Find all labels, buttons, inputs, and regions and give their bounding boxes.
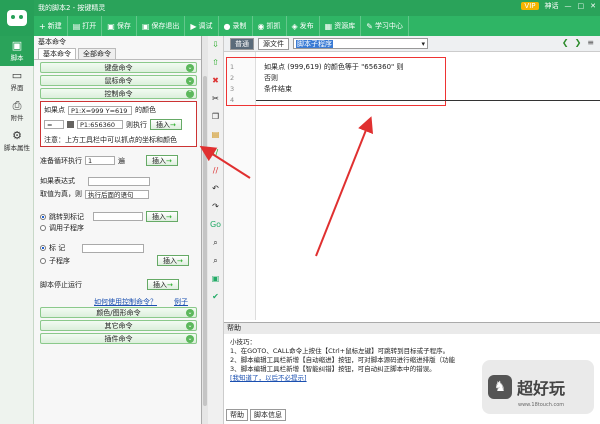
- arrow-to-code: [315, 116, 374, 257]
- tab-script-info[interactable]: 脚本信息: [250, 409, 286, 421]
- watermark-logo-icon: ♞: [488, 375, 512, 399]
- arrow-to-panel: [199, 145, 251, 179]
- watermark: ♞ 超好玩 www.18touch.com: [482, 360, 594, 414]
- tab-help[interactable]: 帮助: [226, 409, 248, 421]
- tips-heading: 小技巧：: [230, 338, 256, 346]
- help-title: 帮助: [224, 323, 600, 334]
- watermark-url: www.18touch.com: [518, 402, 565, 408]
- tip-line: 1、在GOTO、CALL命令上按住【Ctrl+鼠标左键】可跳转到目标或子程序。: [230, 347, 450, 355]
- watermark-text: 超好玩: [517, 379, 566, 398]
